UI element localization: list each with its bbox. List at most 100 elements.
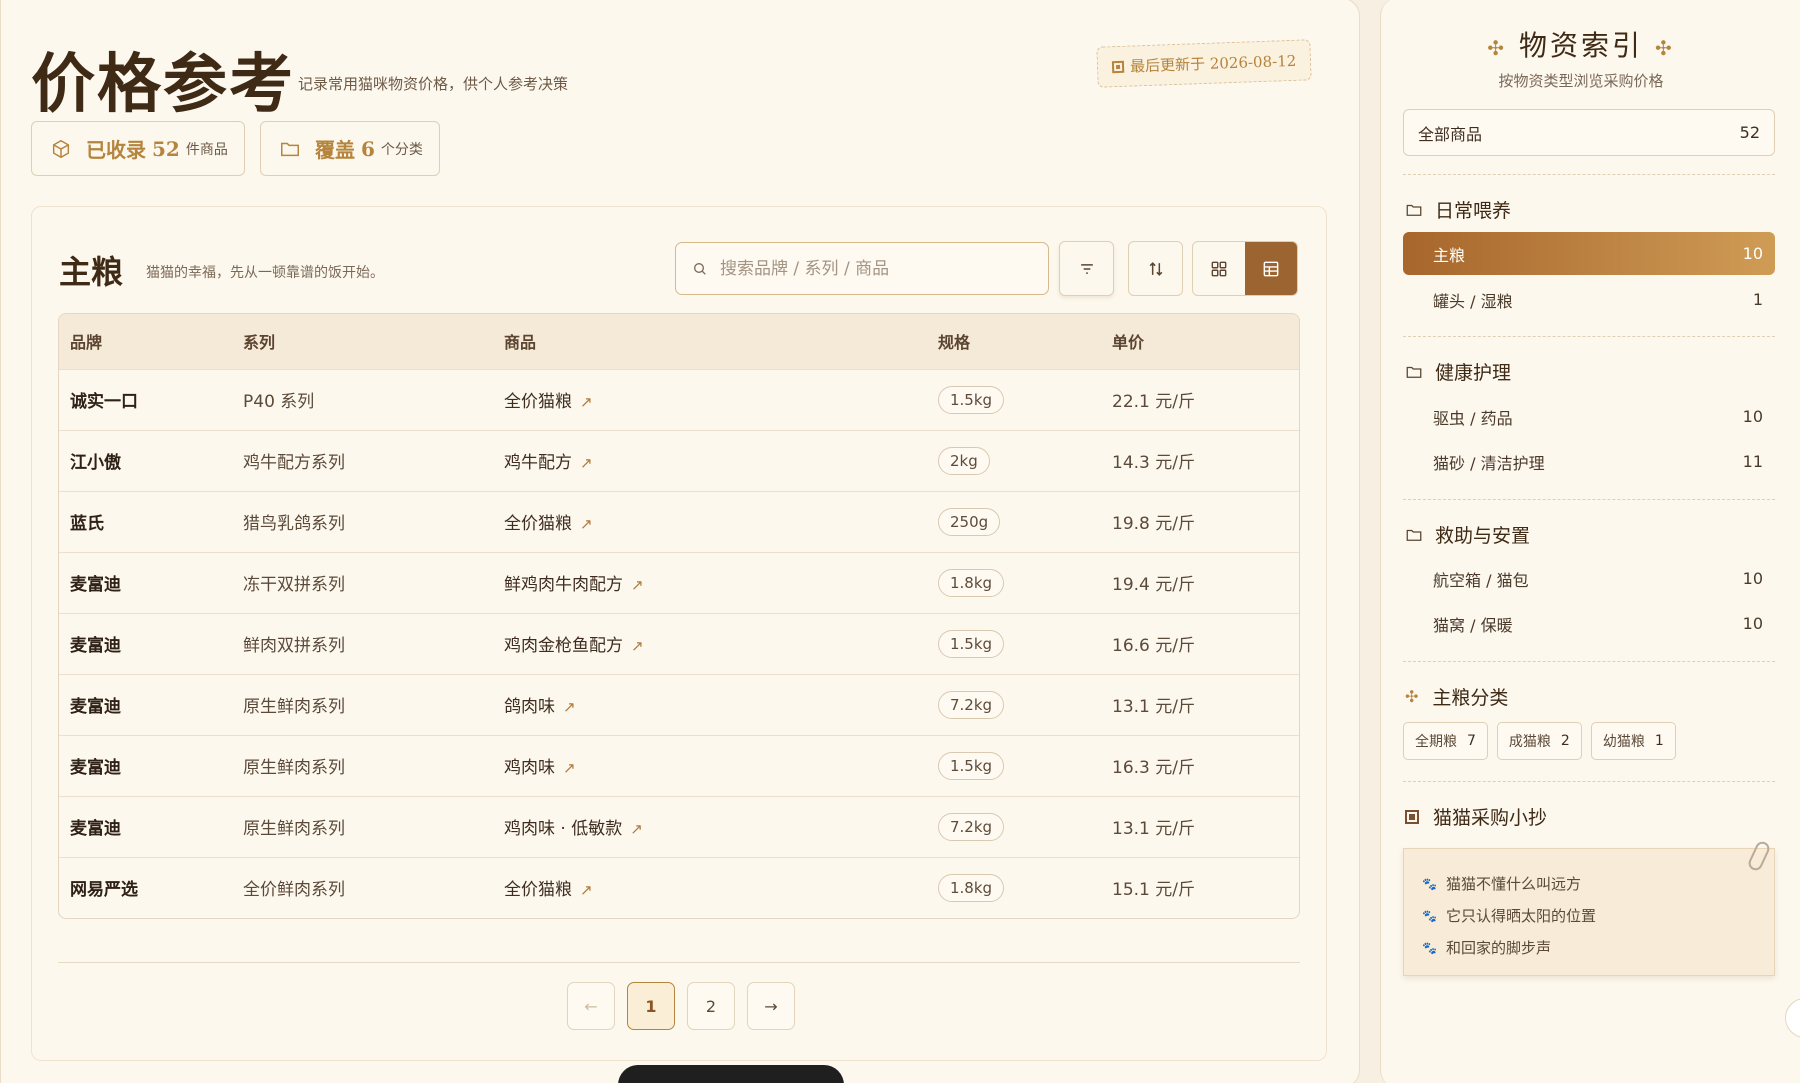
- folder-icon: [1406, 366, 1422, 378]
- external-link-icon[interactable]: ↗: [580, 454, 593, 472]
- product-link[interactable]: 鸡肉味 · 低敏款: [504, 819, 622, 839]
- table-view-button[interactable]: [1245, 242, 1297, 295]
- chip-count: 7: [1467, 733, 1476, 749]
- product-link[interactable]: 全价猫粮: [504, 514, 572, 534]
- cell-brand: 麦富迪: [70, 636, 121, 656]
- product-link[interactable]: 全价猫粮: [504, 880, 572, 900]
- cell-product: 鸡牛配方 ↗: [493, 430, 927, 491]
- cell-spec: 7.2kg: [927, 674, 1101, 735]
- folder-icon: [281, 142, 299, 156]
- arrow-left-icon: ←: [584, 996, 598, 1016]
- section-title: 主粮: [59, 253, 124, 291]
- table-row: 麦富迪 原生鲜肉系列 鸽肉味 ↗ 7.2kg 13.1 元/斤: [59, 674, 1299, 735]
- external-link-icon[interactable]: ↗: [563, 698, 576, 716]
- chip-label: 成猫粮: [1508, 734, 1551, 750]
- product-link[interactable]: 鸡肉金枪鱼配方: [504, 636, 623, 656]
- external-link-icon[interactable]: ↗: [580, 393, 593, 411]
- divider: [1403, 336, 1775, 337]
- search-box[interactable]: [675, 242, 1049, 295]
- filter-button[interactable]: [1059, 241, 1114, 296]
- table-row: 麦富迪 鲜肉双拼系列 鸡肉金枪鱼配方 ↗ 1.5kg 16.6 元/斤: [59, 613, 1299, 674]
- cell-product: 鸡肉味 · 低敏款 ↗: [493, 796, 927, 857]
- sidebar-item-carrier[interactable]: 航空箱 / 猫包 10: [1403, 557, 1775, 600]
- chip-kitten[interactable]: 幼猫粮 1: [1590, 722, 1676, 760]
- grid-view-button[interactable]: [1193, 242, 1245, 295]
- cell-price: 19.8 元/斤: [1112, 514, 1195, 534]
- stat-label: 覆盖: [315, 138, 355, 162]
- external-link-icon[interactable]: ↗: [630, 820, 643, 838]
- search-icon: [694, 262, 706, 275]
- product-link[interactable]: 鸡肉味: [504, 758, 555, 778]
- sidebar-item-staple[interactable]: 主粮 10: [1403, 232, 1775, 275]
- group-title: 日常喂养: [1435, 200, 1512, 222]
- grid-icon: [1211, 261, 1227, 276]
- product-link[interactable]: 鸽肉味: [504, 697, 555, 717]
- sidebar-item-litter[interactable]: 猫砂 / 清洁护理 11: [1403, 440, 1775, 483]
- col-product[interactable]: 商品: [493, 314, 927, 369]
- divider: [1403, 174, 1775, 175]
- page-2-button[interactable]: 2: [687, 982, 735, 1030]
- cell-price: 14.3 元/斤: [1112, 453, 1195, 473]
- col-series[interactable]: 系列: [232, 314, 493, 369]
- sidebar-item-deworming[interactable]: 驱虫 / 药品 10: [1403, 395, 1775, 438]
- product-link[interactable]: 鸡牛配方: [504, 453, 572, 473]
- sort-button[interactable]: [1128, 241, 1183, 296]
- spec-badge: 1.5kg: [938, 385, 1005, 414]
- note-line: 🐾 它只认得晒太阳的位置: [1422, 907, 1596, 925]
- col-brand[interactable]: 品牌: [59, 314, 232, 369]
- stamp-icon: [1111, 60, 1125, 74]
- sidebar-item-count: 1: [1752, 290, 1763, 309]
- table-row: 蓝氏 猎鸟乳鸽系列 全价猫粮 ↗ 250g 19.8 元/斤: [59, 491, 1299, 552]
- content-card: 主粮 猫猫的幸福，先从一顿靠谱的饭开始。 品牌: [31, 206, 1327, 1061]
- chip-adult[interactable]: 成猫粮 2: [1496, 722, 1582, 760]
- next-page-button[interactable]: →: [747, 982, 795, 1030]
- col-spec[interactable]: 规格: [927, 314, 1101, 369]
- section-desc: 猫猫的幸福，先从一顿靠谱的饭开始。: [146, 265, 384, 281]
- spec-badge: 1.8kg: [938, 568, 1005, 597]
- external-link-icon[interactable]: ↗: [563, 759, 576, 777]
- cell-brand: 麦富迪: [70, 575, 121, 595]
- external-link-icon[interactable]: ↗: [580, 515, 593, 533]
- search-input[interactable]: [720, 258, 1020, 279]
- cell-series: 原生鲜肉系列: [243, 819, 345, 839]
- sidebar-item-bed[interactable]: 猫窝 / 保暖 10: [1403, 602, 1775, 645]
- spec-badge: 7.2kg: [938, 812, 1005, 841]
- product-link[interactable]: 鲜鸡肉牛肉配方: [504, 575, 623, 595]
- product-link[interactable]: 全价猫粮: [504, 392, 572, 412]
- cell-price: 13.1 元/斤: [1112, 819, 1195, 839]
- stat-unit: 个分类: [380, 141, 423, 158]
- cell-series: 全价鲜肉系列: [243, 880, 345, 901]
- note-square-icon: [1405, 809, 1419, 824]
- all-items-button[interactable]: 全部商品 52: [1403, 109, 1775, 156]
- paw-icon: 🐾: [1422, 876, 1437, 891]
- external-link-icon[interactable]: ↗: [631, 637, 644, 655]
- note-header: 猫猫采购小抄: [1405, 803, 1547, 830]
- table-row: 江小傲 鸡牛配方系列 鸡牛配方 ↗ 2kg 14.3 元/斤: [59, 430, 1299, 491]
- table-row: 麦富迪 原生鲜肉系列 鸡肉味 ↗ 1.5kg 16.3 元/斤: [59, 735, 1299, 796]
- table-row: 诚实一口 P40 系列 全价猫粮 ↗ 1.5kg 22.1 元/斤: [59, 369, 1299, 430]
- sidebar-title: ✣ 物资索引 ✣: [1381, 24, 1781, 64]
- sidebar-item-count: 10: [1742, 569, 1763, 588]
- floating-toolbar[interactable]: [618, 1065, 844, 1083]
- sparkle-icon: ✣: [1487, 36, 1507, 60]
- table-row: 麦富迪 冻干双拼系列 鲜鸡肉牛肉配方 ↗ 1.8kg 19.4 元/斤: [59, 552, 1299, 613]
- cell-brand: 诚实一口: [70, 392, 138, 412]
- view-toggle: [1192, 241, 1298, 296]
- chip-all-life[interactable]: 全期粮 7: [1403, 722, 1488, 760]
- cell-series: P40 系列: [243, 392, 315, 412]
- external-link-icon[interactable]: ↗: [631, 576, 644, 594]
- page-subtitle: 记录常用猫咪物资价格，供个人参考决策: [298, 75, 569, 93]
- stat-label: 已收录: [86, 138, 146, 162]
- page-1-button[interactable]: 1: [627, 982, 675, 1030]
- prev-page-button[interactable]: ←: [567, 982, 615, 1030]
- sort-icon: [1149, 261, 1162, 276]
- spec-badge: 1.5kg: [938, 629, 1005, 658]
- cell-price: 19.4 元/斤: [1112, 575, 1195, 595]
- spec-badge: 1.5kg: [938, 751, 1005, 780]
- cell-series: 原生鲜肉系列: [243, 758, 345, 778]
- group-header-feeding: 日常喂养: [1405, 196, 1511, 223]
- sidebar-item-canned[interactable]: 罐头 / 湿粮 1: [1403, 278, 1775, 321]
- col-price[interactable]: 单价: [1101, 314, 1299, 369]
- sidebar-item-count: 10: [1742, 407, 1763, 426]
- external-link-icon[interactable]: ↗: [580, 881, 593, 899]
